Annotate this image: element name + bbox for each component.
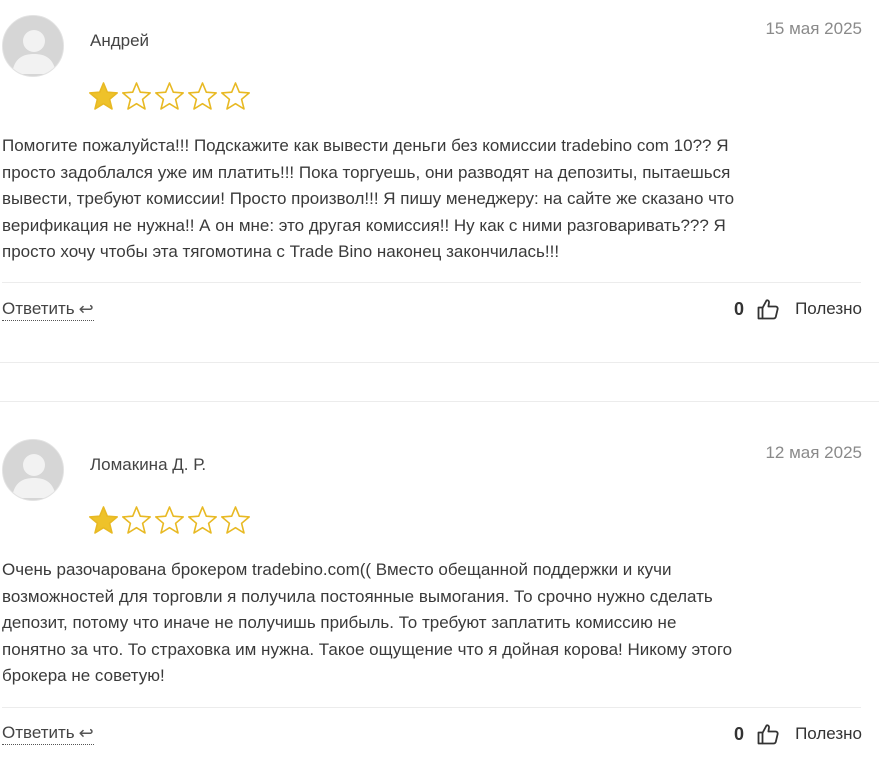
thumbs-up-icon[interactable]: [756, 297, 780, 321]
review-date: 12 мая 2025: [765, 443, 862, 462]
star-empty-icon: [155, 82, 184, 110]
avatar: [2, 439, 64, 501]
vote-count: 0: [734, 723, 745, 744]
review-text-line: возможностей для торговли я получила пос…: [2, 586, 713, 606]
vote-count: 0: [734, 298, 745, 319]
reply-label: Ответить: [2, 723, 75, 742]
star-empty-icon: [221, 506, 250, 534]
review-divider: [2, 282, 861, 283]
user-silhouette-icon: [3, 16, 63, 76]
review-card: Ломакина Д. Р. 12 мая 2025 Очень разочар…: [0, 439, 879, 759]
star-empty-icon: [122, 82, 151, 110]
reply-button[interactable]: Ответить ↩: [2, 723, 94, 745]
review-text-line: верификация не нужна!! А он мне: это дру…: [2, 215, 726, 235]
vote-block: 0 Полезно: [734, 297, 862, 321]
review-author: Ломакина Д. Р.: [90, 455, 207, 474]
vote-block: 0 Полезно: [734, 722, 862, 746]
reply-arrow-icon: ↩: [78, 299, 94, 319]
review-text-line: Помогите пожалуйста!!! Подскажите как вы…: [2, 136, 729, 155]
review-text-line: Очень разочарована брокером tradebino.co…: [2, 560, 672, 579]
review-text-line: вывести, требуют комиссии! Просто произв…: [2, 189, 735, 208]
review-divider: [2, 707, 861, 708]
section-separator: [0, 362, 879, 363]
user-silhouette-icon: [3, 440, 63, 500]
thumbs-up-icon[interactable]: [756, 722, 780, 746]
review-text-line: просто хочу чтобы эта тягомотина с Trade…: [2, 242, 560, 261]
review-text-line: просто задоблался уже им платить!!! Пока…: [2, 162, 731, 182]
review-text-line: депозит, потому что иначе не получишь пр…: [2, 613, 677, 632]
review-text-line: понятно за что. То страховка им нужна. Т…: [2, 639, 733, 659]
star-rating: [88, 505, 251, 535]
useful-button[interactable]: Полезно: [795, 299, 862, 319]
section-separator: [0, 401, 879, 402]
useful-button[interactable]: Полезно: [795, 724, 862, 744]
star-empty-icon: [155, 506, 184, 534]
review-text: Помогите пожалуйста!!! Подскажите как вы…: [2, 133, 864, 266]
avatar: [2, 15, 64, 77]
review-text-line: брокера не советую!: [2, 666, 165, 685]
star-filled-icon: [89, 506, 118, 534]
review-card: Андрей 15 мая 2025 Помогите пожалуйста!!…: [0, 15, 879, 321]
star-empty-icon: [122, 506, 151, 534]
review-text: Очень разочарована брокером tradebino.co…: [2, 557, 864, 690]
review-date: 15 мая 2025: [765, 19, 862, 38]
star-rating: [88, 81, 251, 111]
star-empty-icon: [221, 82, 250, 110]
review-author: Андрей: [90, 31, 150, 50]
star-empty-icon: [188, 82, 217, 110]
reply-label: Ответить: [2, 299, 75, 318]
star-empty-icon: [188, 506, 217, 534]
reply-button[interactable]: Ответить ↩: [2, 299, 94, 321]
reply-arrow-icon: ↩: [78, 723, 94, 743]
star-filled-icon: [89, 82, 118, 110]
